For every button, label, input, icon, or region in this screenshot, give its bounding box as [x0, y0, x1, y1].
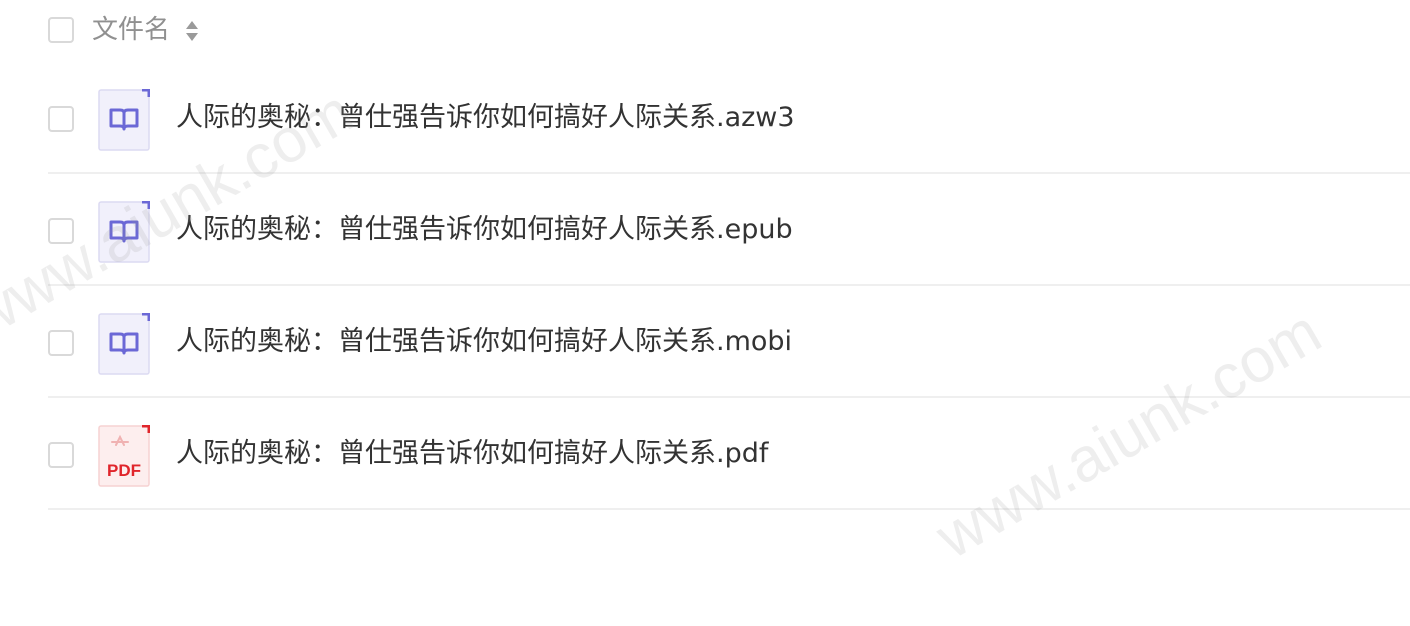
row-checkbox[interactable] [48, 106, 74, 132]
row-checkbox[interactable] [48, 330, 74, 356]
file-list-header: 文件名 [0, 0, 1410, 62]
ebook-file-icon [98, 313, 150, 375]
row-checkbox[interactable] [48, 442, 74, 468]
row-checkbox[interactable] [48, 218, 74, 244]
file-name-link[interactable]: 人际的奥秘：曾仕强告诉你如何搞好人际关系.mobi [176, 324, 792, 360]
row-divider [48, 508, 1410, 510]
file-row[interactable]: PDF 人际的奥秘：曾仕强告诉你如何搞好人际关系.pdf [0, 398, 1410, 510]
ebook-file-icon [98, 89, 150, 151]
file-name-link[interactable]: 人际的奥秘：曾仕强告诉你如何搞好人际关系.azw3 [176, 100, 795, 136]
file-row[interactable]: 人际的奥秘：曾仕强告诉你如何搞好人际关系.mobi [0, 286, 1410, 398]
pdf-icon-label: PDF [107, 461, 141, 480]
file-name-link[interactable]: 人际的奥秘：曾仕强告诉你如何搞好人际关系.pdf [176, 436, 768, 472]
filename-column-header[interactable]: 文件名 [92, 13, 170, 47]
file-name-link[interactable]: 人际的奥秘：曾仕强告诉你如何搞好人际关系.epub [176, 212, 793, 248]
select-all-checkbox[interactable] [48, 17, 74, 43]
pdf-file-icon: PDF [98, 425, 150, 487]
sort-icon[interactable] [184, 19, 200, 43]
file-row[interactable]: 人际的奥秘：曾仕强告诉你如何搞好人际关系.epub [0, 174, 1410, 286]
ebook-file-icon [98, 201, 150, 263]
file-row[interactable]: 人际的奥秘：曾仕强告诉你如何搞好人际关系.azw3 [0, 62, 1410, 174]
